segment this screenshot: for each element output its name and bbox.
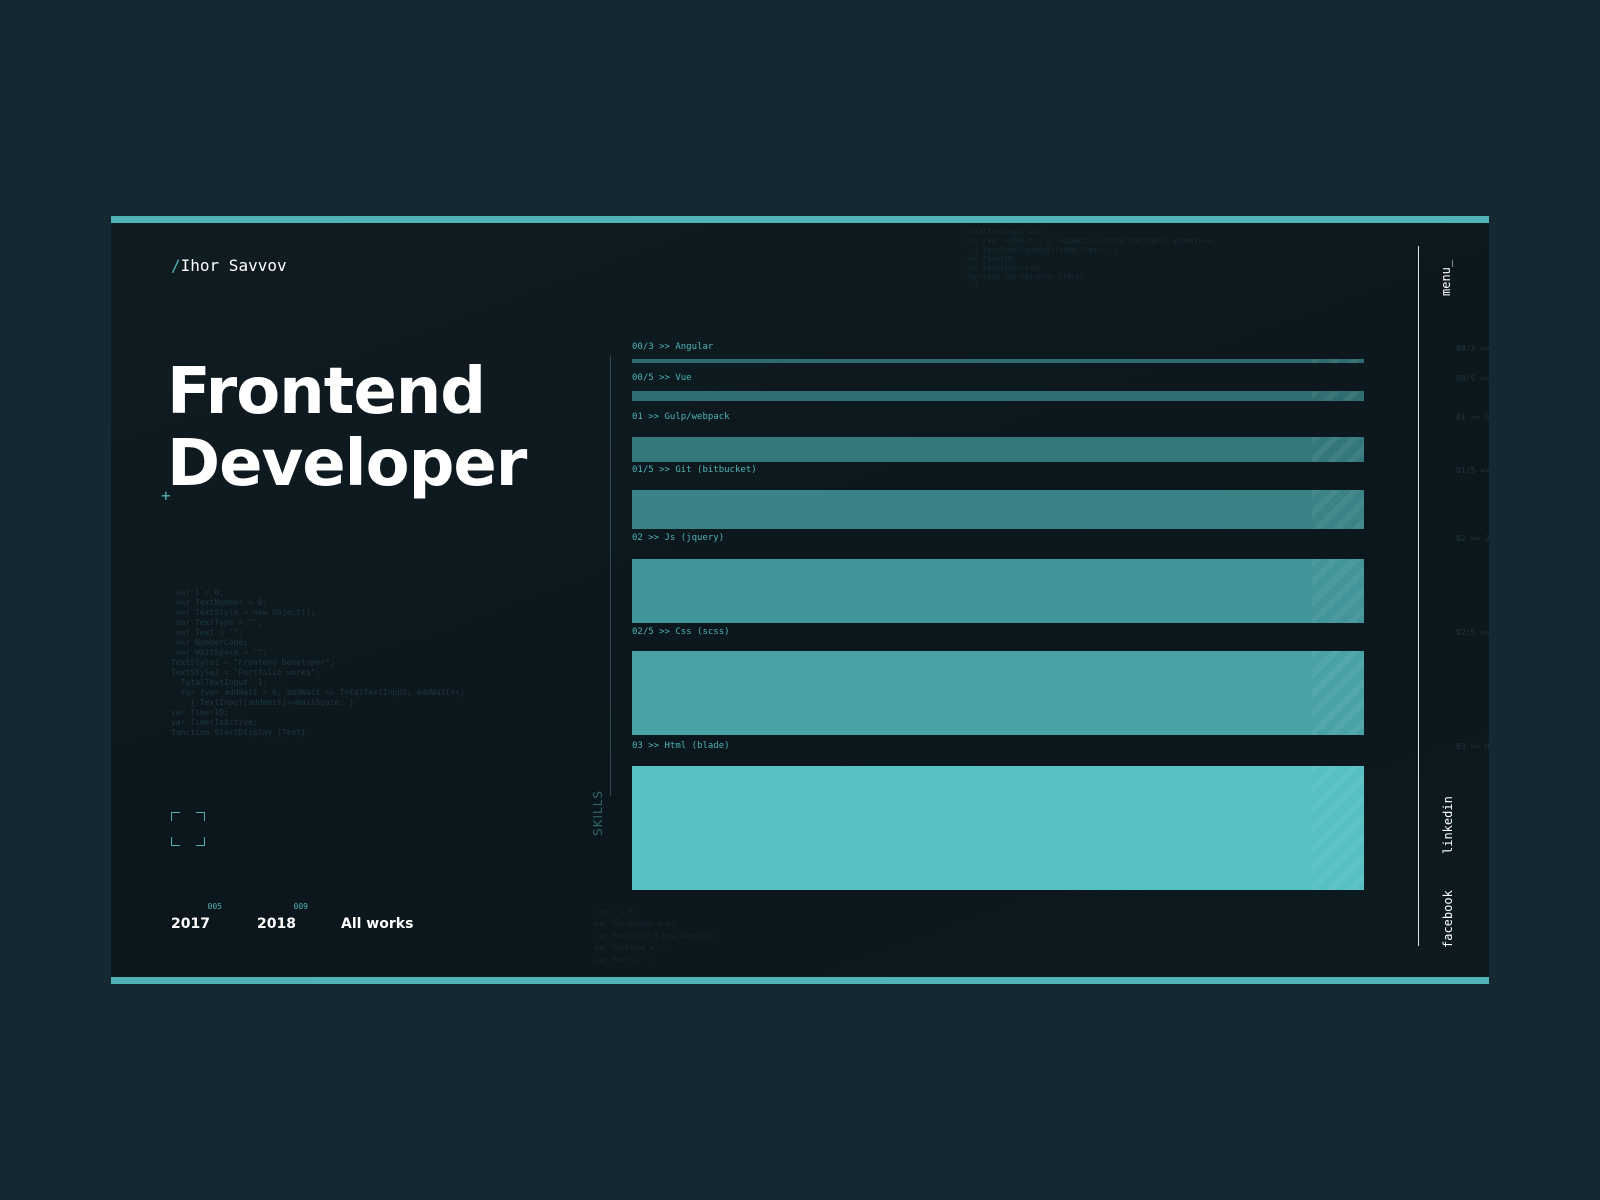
side-divider xyxy=(1418,246,1419,946)
skills-list: 00/3 >> Angular 00/5 >> Vue 01 >> Gulp/web… xyxy=(632,216,1364,984)
plus-icon: + xyxy=(161,486,171,505)
title-line-2: Developer xyxy=(167,427,527,501)
ghost-label: 01/5 >> xyxy=(1456,466,1489,475)
skill-label: 00/3 >> Angular xyxy=(632,342,714,352)
corner-top-left xyxy=(171,812,180,821)
skill-bar xyxy=(632,559,1364,623)
skill-bar xyxy=(632,391,1364,401)
skill-label: 02 >> Js (jquery) xyxy=(632,533,725,543)
nav-2017-label: 2017 xyxy=(171,916,210,932)
page-title: Frontend Developer xyxy=(167,355,527,501)
nav-all-works[interactable]: All works xyxy=(341,916,413,932)
brand-name: Ihor Savvov xyxy=(180,256,287,275)
ghost-label: 02/5 >> xyxy=(1456,628,1489,637)
nav-all-works-label: All works xyxy=(341,916,414,932)
facebook-link[interactable]: facebook xyxy=(1441,890,1455,948)
skill-bar xyxy=(632,766,1364,890)
linkedin-link[interactable]: linkedin xyxy=(1441,796,1455,854)
ghost-label: 00/3 >> xyxy=(1456,344,1489,353)
nav-2018-count: 009 xyxy=(293,902,308,911)
brand-slash: / xyxy=(171,256,181,275)
skill-label: 01/5 >> Git (bitbucket) xyxy=(632,465,757,475)
menu-button[interactable]: menu_ xyxy=(1439,260,1453,296)
corner-bottom-right xyxy=(196,837,205,846)
skills-section-label: SKILLS xyxy=(591,789,605,836)
corner-top-right xyxy=(196,812,205,821)
skills-axis-line xyxy=(610,356,611,796)
ghost-label: 02 >> Js xyxy=(1456,534,1489,543)
fullscreen-icon[interactable] xyxy=(171,812,205,846)
skill-label: 03 >> Html (blade) xyxy=(632,741,730,751)
nav-2017[interactable]: 2017 005 xyxy=(171,902,222,932)
skill-bar xyxy=(632,437,1364,462)
skill-bar xyxy=(632,359,1364,363)
skill-label: 02/5 >> Css (scss) xyxy=(632,627,730,637)
corner-bottom-left xyxy=(171,837,180,846)
portfolio-frame: TotalTextInput =1; for (var addWait = 0;… xyxy=(111,216,1489,984)
ghost-label: 01 >> Gu xyxy=(1456,413,1489,422)
ghost-label: 00/5 >> xyxy=(1456,374,1489,383)
nav-2017-count: 005 xyxy=(207,902,222,911)
brand-logo[interactable]: /Ihor Savvov xyxy=(171,256,287,275)
background-code-snippet: var i = 0; var TextNumber = 0; var TextS… xyxy=(171,588,465,737)
skill-label: 01 >> Gulp/webpack xyxy=(632,412,730,422)
skill-label: 00/5 >> Vue xyxy=(632,373,692,383)
nav-2018-label: 2018 xyxy=(257,916,296,932)
skill-bar xyxy=(632,490,1364,529)
ghost-label: 03 >> Ht xyxy=(1456,742,1489,751)
nav-2018[interactable]: 2018 009 xyxy=(257,902,308,932)
skill-bar xyxy=(632,651,1364,735)
title-line-1: Frontend xyxy=(167,355,486,429)
